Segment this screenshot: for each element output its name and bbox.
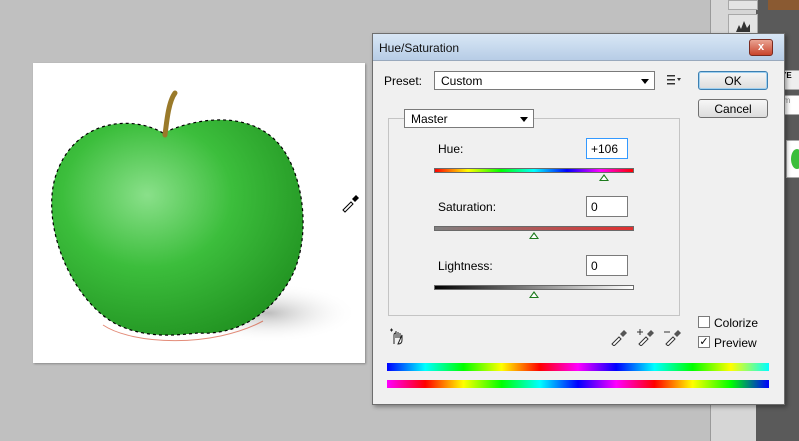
targeted-adjustment-hand-icon[interactable] (389, 328, 407, 346)
output-color-bar (387, 380, 769, 388)
chevron-down-icon (520, 117, 528, 122)
channel-value: Master (411, 112, 448, 126)
channel-select[interactable]: Master (404, 109, 534, 128)
preset-select[interactable]: Custom (434, 71, 655, 90)
apple-image (51, 90, 358, 343)
eyedropper-plus-icon[interactable] (636, 328, 654, 346)
cancel-button[interactable]: Cancel (698, 99, 768, 118)
layer-thumbnail[interactable] (786, 140, 799, 178)
dialog-titlebar[interactable]: Hue/Saturation x (373, 34, 784, 61)
dialog-title: Hue/Saturation (379, 41, 460, 55)
swatch-thumbnail (768, 0, 799, 10)
colorize-checkbox[interactable] (698, 316, 710, 328)
chevron-down-icon (641, 79, 649, 84)
hue-slider-track[interactable] (434, 168, 634, 173)
eyedropper-cursor-icon (342, 195, 359, 213)
lightness-slider-thumb[interactable] (529, 291, 539, 298)
lightness-label: Lightness: (438, 259, 493, 273)
saturation-label: Saturation: (438, 200, 497, 214)
lightness-slider-track[interactable] (434, 285, 634, 290)
saturation-slider-thumb[interactable] (529, 232, 539, 239)
preview-label: Preview (714, 336, 757, 350)
hue-label: Hue: (438, 142, 464, 156)
colorize-label: Colorize (714, 316, 759, 330)
panel-tool-button[interactable] (728, 0, 758, 10)
preset-value: Custom (441, 74, 483, 88)
document-canvas[interactable] (33, 63, 365, 363)
hue-saturation-dialog: Hue/Saturation x Preset: Custom OK Cance… (372, 33, 785, 405)
saturation-slider-track[interactable] (434, 226, 634, 231)
close-icon[interactable]: x (749, 39, 773, 56)
preview-checkbox[interactable]: ✓ (698, 336, 710, 348)
hue-input[interactable]: +106 (586, 138, 628, 159)
saturation-input[interactable]: 0 (586, 196, 628, 217)
input-color-bar (387, 363, 769, 371)
ok-button[interactable]: OK (698, 71, 768, 90)
preset-options-icon[interactable] (667, 74, 681, 86)
hue-slider-thumb[interactable] (599, 174, 609, 181)
preset-label: Preset: (384, 74, 423, 88)
lightness-input[interactable]: 0 (586, 255, 628, 276)
eyedropper-icon[interactable] (609, 328, 627, 346)
eyedropper-minus-icon[interactable] (663, 328, 681, 346)
